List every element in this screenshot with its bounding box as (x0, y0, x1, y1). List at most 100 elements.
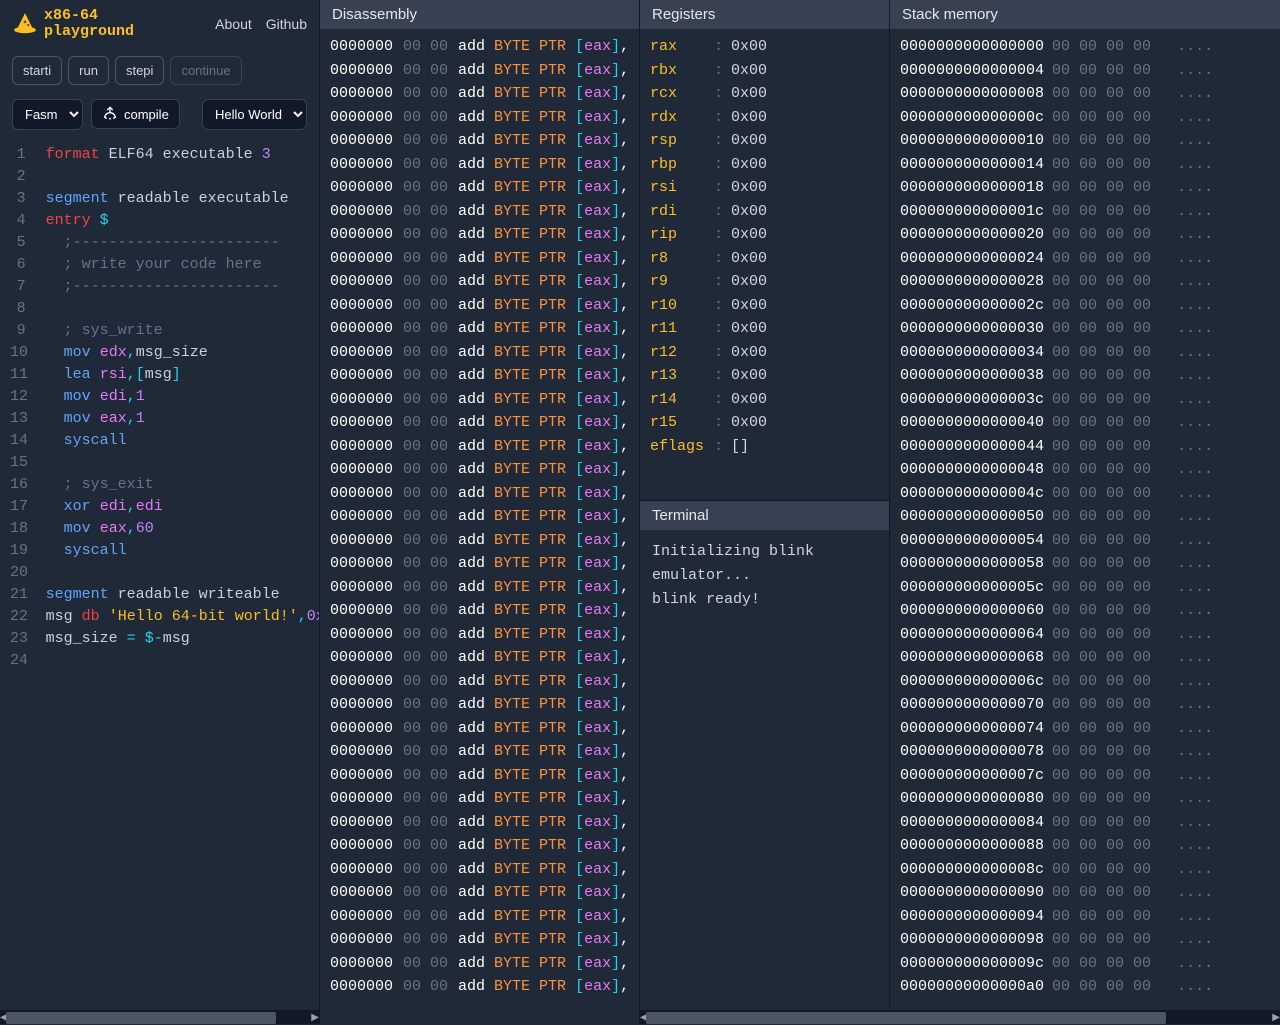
code-editor[interactable]: 123456789101112131415161718192021222324 … (0, 140, 319, 1011)
disassembly-row: 000000000 00add BYTE PTR [eax], (330, 153, 629, 177)
disassembly-body: 000000000 00add BYTE PTR [eax],000000000… (320, 29, 639, 1024)
register-row: r11: 0x00 (650, 317, 879, 341)
right-hscrollbar[interactable]: ◀ ▶ (640, 1010, 1280, 1024)
disassembly-row: 000000000 00add BYTE PTR [eax], (330, 928, 629, 952)
wizard-hat-icon (12, 11, 38, 37)
disassembly-row: 000000000 00add BYTE PTR [eax], (330, 881, 629, 905)
stack-row: 0000000000000090 00 00 00 00.... (900, 881, 1270, 905)
stack-row: 000000000000007c 00 00 00 00.... (900, 764, 1270, 788)
scroll-thumb[interactable] (646, 1012, 1166, 1024)
disassembly-row: 000000000 00add BYTE PTR [eax], (330, 552, 629, 576)
register-row: eflags: [] (650, 435, 879, 459)
disassembly-row: 000000000 00add BYTE PTR [eax], (330, 811, 629, 835)
stack-row: 0000000000000054 00 00 00 00.... (900, 529, 1270, 553)
disassembly-row: 000000000 00add BYTE PTR [eax], (330, 59, 629, 83)
stack-row: 0000000000000068 00 00 00 00.... (900, 646, 1270, 670)
disassembly-row: 000000000 00add BYTE PTR [eax], (330, 576, 629, 600)
run-button[interactable]: run (68, 56, 109, 85)
stack-row: 0000000000000078 00 00 00 00.... (900, 740, 1270, 764)
disassembly-row: 000000000 00add BYTE PTR [eax], (330, 834, 629, 858)
scroll-right-icon[interactable]: ▶ (1272, 1011, 1280, 1025)
disassembly-row: 000000000 00add BYTE PTR [eax], (330, 364, 629, 388)
stack-row: 0000000000000014 00 00 00 00.... (900, 153, 1270, 177)
register-row: r8: 0x00 (650, 247, 879, 271)
stepi-button[interactable]: stepi (115, 56, 164, 85)
stack-row: 0000000000000094 00 00 00 00.... (900, 905, 1270, 929)
continue-button[interactable]: continue (170, 56, 241, 85)
disassembly-row: 000000000 00add BYTE PTR [eax], (330, 740, 629, 764)
stack-row: 0000000000000024 00 00 00 00.... (900, 247, 1270, 271)
scroll-thumb[interactable] (6, 1012, 276, 1024)
disassembly-row: 000000000 00add BYTE PTR [eax], (330, 223, 629, 247)
nav-about[interactable]: About (215, 16, 252, 32)
stack-row: 0000000000000050 00 00 00 00.... (900, 505, 1270, 529)
stack-row: 0000000000000048 00 00 00 00.... (900, 458, 1270, 482)
stack-row: 0000000000000080 00 00 00 00.... (900, 787, 1270, 811)
stack-row: 0000000000000084 00 00 00 00.... (900, 811, 1270, 835)
stack-row: 000000000000004c 00 00 00 00.... (900, 482, 1270, 506)
logo[interactable]: x86-64 playground (12, 8, 134, 40)
stack-row: 0000000000000000 00 00 00 00.... (900, 35, 1270, 59)
disassembly-row: 000000000 00add BYTE PTR [eax], (330, 482, 629, 506)
stack-row: 0000000000000088 00 00 00 00.... (900, 834, 1270, 858)
disassembly-row: 000000000 00add BYTE PTR [eax], (330, 952, 629, 976)
stack-row: 000000000000009c 00 00 00 00.... (900, 952, 1270, 976)
stack-row: 0000000000000010 00 00 00 00.... (900, 129, 1270, 153)
header-bar: x86-64 playground About Github (0, 0, 319, 48)
editor-gutter: 123456789101112131415161718192021222324 (0, 140, 38, 1011)
register-row: rdi: 0x00 (650, 200, 879, 224)
stack-row: 0000000000000008 00 00 00 00.... (900, 82, 1270, 106)
disassembly-row: 000000000 00add BYTE PTR [eax], (330, 435, 629, 459)
editor-code[interactable]: format ELF64 executable 3 segment readab… (38, 140, 319, 1011)
terminal-header: Terminal (640, 501, 889, 530)
register-row: rip: 0x00 (650, 223, 879, 247)
stack-row: 000000000000005c 00 00 00 00.... (900, 576, 1270, 600)
terminal-line: blink ready! (652, 588, 877, 612)
stack-row: 00000000000000a0 00 00 00 00.... (900, 975, 1270, 999)
disassembly-row: 000000000 00add BYTE PTR [eax], (330, 717, 629, 741)
register-row: r10: 0x00 (650, 294, 879, 318)
disassembly-row: 000000000 00add BYTE PTR [eax], (330, 129, 629, 153)
disassembly-row: 000000000 00add BYTE PTR [eax], (330, 82, 629, 106)
disassembly-row: 000000000 00add BYTE PTR [eax], (330, 858, 629, 882)
disassembly-row: 000000000 00add BYTE PTR [eax], (330, 106, 629, 130)
register-row: rbp: 0x00 (650, 153, 879, 177)
stack-row: 0000000000000044 00 00 00 00.... (900, 435, 1270, 459)
stack-header: Stack memory (890, 0, 1280, 29)
disassembly-row: 000000000 00add BYTE PTR [eax], (330, 505, 629, 529)
disassembly-row: 000000000 00add BYTE PTR [eax], (330, 787, 629, 811)
register-row: r15: 0x00 (650, 411, 879, 435)
nav-github[interactable]: Github (266, 16, 307, 32)
disassembly-row: 000000000 00add BYTE PTR [eax], (330, 646, 629, 670)
example-select[interactable]: Hello World (202, 99, 307, 130)
disassembly-row: 000000000 00add BYTE PTR [eax], (330, 599, 629, 623)
disassembly-row: 000000000 00add BYTE PTR [eax], (330, 458, 629, 482)
register-row: rsp: 0x00 (650, 129, 879, 153)
register-row: r12: 0x00 (650, 341, 879, 365)
stack-row: 000000000000008c 00 00 00 00.... (900, 858, 1270, 882)
stack-row: 0000000000000064 00 00 00 00.... (900, 623, 1270, 647)
register-row: rsi: 0x00 (650, 176, 879, 200)
editor-toolbar: Fasm compile Hello World (0, 93, 319, 140)
compile-button[interactable]: compile (91, 99, 180, 129)
brand-line2: playground (44, 24, 134, 40)
stack-body: 0000000000000000 00 00 00 00.... 00000000… (890, 29, 1280, 1010)
disassembly-row: 000000000 00add BYTE PTR [eax], (330, 341, 629, 365)
terminal-body[interactable]: Initializing blink emulator...blink read… (640, 530, 889, 622)
registers-body: rax: 0x00rbx: 0x00rcx: 0x00rdx: 0x00rsp:… (640, 29, 889, 500)
register-row: r13: 0x00 (650, 364, 879, 388)
scroll-right-icon[interactable]: ▶ (311, 1011, 319, 1025)
starti-button[interactable]: starti (12, 56, 62, 85)
disassembly-row: 000000000 00add BYTE PTR [eax], (330, 905, 629, 929)
disassembly-row: 000000000 00add BYTE PTR [eax], (330, 693, 629, 717)
editor-hscrollbar[interactable]: ◀ ▶ (0, 1010, 319, 1024)
disassembly-row: 000000000 00add BYTE PTR [eax], (330, 975, 629, 999)
disassembly-row: 000000000 00add BYTE PTR [eax], (330, 294, 629, 318)
registers-header: Registers (640, 0, 889, 29)
disassembly-header: Disassembly (320, 0, 639, 29)
assembler-select[interactable]: Fasm (12, 99, 83, 130)
disassembly-row: 000000000 00add BYTE PTR [eax], (330, 670, 629, 694)
stack-row: 0000000000000030 00 00 00 00.... (900, 317, 1270, 341)
stack-row: 0000000000000058 00 00 00 00.... (900, 552, 1270, 576)
stack-row: 0000000000000034 00 00 00 00.... (900, 341, 1270, 365)
